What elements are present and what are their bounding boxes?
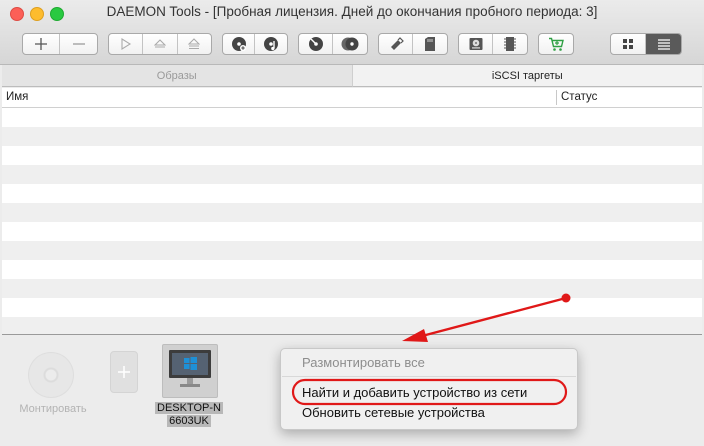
usb-stick-icon xyxy=(390,37,404,50)
eject-button[interactable] xyxy=(143,34,178,54)
disc-create-icon xyxy=(231,37,246,51)
add-icon xyxy=(35,38,47,50)
eject-icon xyxy=(153,39,166,48)
table-header: Имя Статус xyxy=(2,88,702,108)
menu-item-unmount-all[interactable]: Размонтировать все xyxy=(302,355,425,370)
remove-button[interactable] xyxy=(60,34,97,54)
list-view-icon xyxy=(657,39,670,50)
quick-mount-disc-icon[interactable] xyxy=(28,352,74,398)
tab-bar: Образы iSCSI таргеты xyxy=(2,65,702,87)
table-row[interactable] xyxy=(2,203,702,222)
table-row[interactable] xyxy=(2,241,702,260)
main-window: DAEMON Tools - [Пробная лицензия. Дней д… xyxy=(0,0,704,446)
toolbar-group-disc xyxy=(222,33,288,55)
device-label: DESKTOP-N 6603UK xyxy=(154,402,224,428)
eject-all-button[interactable] xyxy=(178,34,211,54)
toolbar-group-mount xyxy=(108,33,212,55)
table-row[interactable] xyxy=(2,165,702,184)
toolbar-group-view xyxy=(610,33,682,55)
column-header-name[interactable]: Имя xyxy=(6,91,28,103)
network-device-tile[interactable] xyxy=(162,344,218,398)
table-row[interactable] xyxy=(2,260,702,279)
grid-view-button[interactable] xyxy=(611,34,647,54)
window-title: DAEMON Tools - [Пробная лицензия. Дней д… xyxy=(106,4,598,19)
device-label-line1: DESKTOP-N xyxy=(155,402,223,414)
chip-icon xyxy=(504,37,516,51)
disc-copy-icon xyxy=(341,37,359,51)
tab-images[interactable]: Образы xyxy=(2,65,353,87)
sd-card-button[interactable] xyxy=(413,34,447,54)
eject-all-icon xyxy=(188,38,201,50)
add-device-slot[interactable] xyxy=(110,351,138,393)
menu-item-refresh-network-devices[interactable]: Обновить сетевые устройства xyxy=(302,405,485,420)
tab-iscsi-targets[interactable]: iSCSI таргеты xyxy=(352,65,702,87)
store-button[interactable] xyxy=(539,34,573,54)
play-icon xyxy=(121,38,131,50)
toolbar-group-store xyxy=(538,33,574,55)
toolbar-group-burn xyxy=(298,33,368,55)
device-label-line2: 6603UK xyxy=(167,415,211,427)
virtual-drive-icon xyxy=(469,38,482,50)
toolbar-group-media xyxy=(378,33,448,55)
toolbar-group-add xyxy=(22,33,98,55)
audio-image-button[interactable] xyxy=(255,34,287,54)
table-row[interactable] xyxy=(2,146,702,165)
table-row[interactable] xyxy=(2,184,702,203)
menu-item-find-add-network-device[interactable]: Найти и добавить устройство из сети xyxy=(302,385,527,400)
menu-separator xyxy=(282,376,576,377)
context-menu: Размонтировать все Найти и добавить устр… xyxy=(280,348,578,430)
title-bar: DAEMON Tools - [Пробная лицензия. Дней д… xyxy=(0,0,704,65)
add-button[interactable] xyxy=(23,34,61,54)
grid-view-icon xyxy=(623,39,633,49)
usb-button[interactable] xyxy=(379,34,414,54)
table-row[interactable] xyxy=(2,317,702,334)
monitor-windows-icon xyxy=(169,350,211,387)
column-divider[interactable] xyxy=(556,90,557,105)
table-row[interactable] xyxy=(2,298,702,317)
column-header-status[interactable]: Статус xyxy=(561,91,597,103)
table-row[interactable] xyxy=(2,222,702,241)
burn-button[interactable] xyxy=(299,34,334,54)
create-image-button[interactable] xyxy=(223,34,256,54)
table-row[interactable] xyxy=(2,279,702,298)
table-row[interactable] xyxy=(2,127,702,146)
copy-disc-button[interactable] xyxy=(333,34,367,54)
ram-disk-button[interactable] xyxy=(493,34,527,54)
disc-burn-icon xyxy=(308,37,323,51)
disc-music-icon xyxy=(264,37,278,51)
add-icon xyxy=(118,366,130,378)
virtual-drive-button[interactable] xyxy=(459,34,494,54)
list-view-button[interactable] xyxy=(646,34,681,54)
sd-card-icon xyxy=(425,37,435,51)
mount-label: Монтировать xyxy=(19,403,87,415)
cart-icon xyxy=(549,37,564,51)
table-rows xyxy=(2,108,702,334)
mount-button[interactable] xyxy=(109,34,144,54)
remove-icon xyxy=(72,43,85,45)
toolbar-group-devices xyxy=(458,33,528,55)
targets-table: Имя Статус xyxy=(2,88,702,334)
table-row[interactable] xyxy=(2,108,702,127)
